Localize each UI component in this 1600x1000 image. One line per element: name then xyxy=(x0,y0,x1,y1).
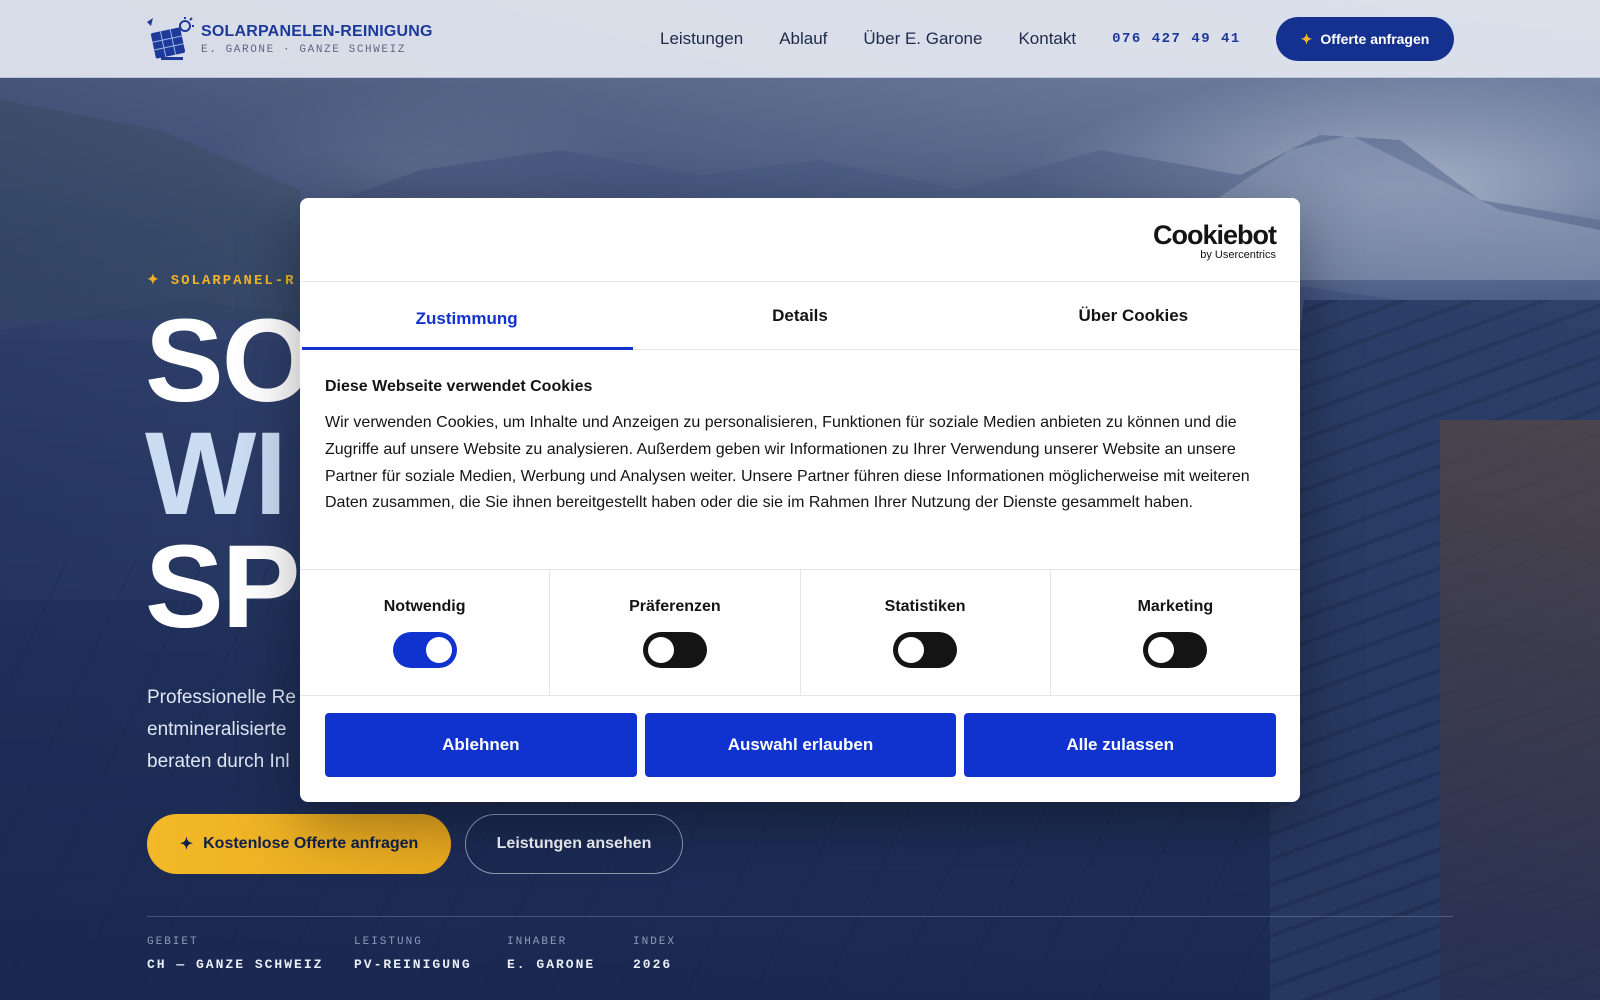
consent-necessary-label: Notwendig xyxy=(383,598,466,615)
hero-headline-line2: WI xyxy=(145,408,287,540)
meta-index-key: INDEX xyxy=(633,936,677,948)
cookiebot-logo-by: by Usercentrics xyxy=(1200,249,1276,261)
dialog-header: Cookiebot by Usercentrics xyxy=(300,198,1300,282)
view-services-button[interactable]: Leistungen ansehen xyxy=(465,814,683,874)
meta-region-key: GEBIET xyxy=(147,936,199,948)
meta-region: GEBIET CH — GANZE SCHWEIZ xyxy=(147,936,323,972)
preferences-toggle[interactable] xyxy=(642,632,707,668)
cookiebot-logo[interactable]: Cookiebot by Usercentrics xyxy=(1153,220,1277,262)
logo-title: SOLARPANELEN-REINIGUNG xyxy=(201,22,433,40)
consent-categories: Notwendig Präferenzen Statistiken Market… xyxy=(300,570,1300,696)
statistics-toggle[interactable] xyxy=(893,632,958,668)
solar-panel-logo-icon xyxy=(147,17,194,60)
nav-link-about[interactable]: Über E. Garone xyxy=(863,29,982,49)
nav-link-process[interactable]: Ablauf xyxy=(779,29,827,49)
consent-marketing: Marketing xyxy=(1051,570,1300,695)
site-header: SOLARPANELEN-REINIGUNG E. GARONE · GANZE… xyxy=(0,0,1600,78)
nav-link-contact[interactable]: Kontakt xyxy=(1018,29,1076,49)
meta-owner: INHABER E. GARONE xyxy=(507,936,595,972)
sparkle-icon: ✦ xyxy=(1300,30,1313,47)
dialog-actions: Ablehnen Auswahl erlauben Alle zulassen xyxy=(300,696,1300,777)
meta-owner-value: E. GARONE xyxy=(507,957,596,972)
meta-index: INDEX 2026 xyxy=(633,936,676,972)
meta-index-value: 2026 xyxy=(633,957,673,972)
hero-eyebrow: ✦ SOLARPANEL-R xyxy=(147,272,296,289)
hero-headline-line3: SP xyxy=(145,521,300,653)
meta-service: LEISTUNG PV-REINIGUNG xyxy=(354,936,472,972)
dialog-tabs: Zustimmung Details Über Cookies xyxy=(300,282,1300,350)
allow-selection-button[interactable]: Auswahl erlauben xyxy=(644,713,957,777)
sparkle-icon: ✦ xyxy=(147,273,161,289)
main-nav: Leistungen Ablauf Über E. Garone Kontakt… xyxy=(660,0,1241,78)
necessary-toggle[interactable] xyxy=(392,632,457,668)
deny-button[interactable]: Ablehnen xyxy=(325,713,637,777)
toggle-knob xyxy=(1148,637,1175,663)
tab-consent[interactable]: Zustimmung xyxy=(300,282,634,350)
dialog-title: Diese Webseite verwendet Cookies xyxy=(325,378,593,395)
nav-link-services[interactable]: Leistungen xyxy=(660,29,743,49)
hero-divider xyxy=(147,916,1453,917)
hero-eyebrow-text: SOLARPANEL-R xyxy=(170,273,296,289)
hero-headline-line1: SO xyxy=(145,295,313,427)
consent-preferences-label: Präferenzen xyxy=(629,598,721,615)
consent-preferences: Präferenzen xyxy=(550,570,801,695)
meta-service-value: PV-REINIGUNG xyxy=(354,957,472,972)
dialog-text: Wir verwenden Cookies, um Inhalte und An… xyxy=(325,414,1250,512)
meta-region-value: CH — GANZE SCHWEIZ xyxy=(147,957,324,972)
consent-marketing-label: Marketing xyxy=(1137,598,1214,615)
marketing-toggle[interactable] xyxy=(1143,632,1208,668)
cookie-consent-dialog: Cookiebot by Usercentrics Zustimmung Det… xyxy=(300,198,1300,802)
cookiebot-logo-name: Cookiebot xyxy=(1153,220,1277,250)
dialog-body: Diese Webseite verwendet Cookies Wir ver… xyxy=(300,350,1300,570)
meta-service-key: LEISTUNG xyxy=(354,936,423,948)
free-offer-button[interactable]: ✦ Kostenlose Offerte anfragen xyxy=(147,814,451,874)
toggle-knob xyxy=(647,637,674,663)
logo[interactable]: SOLARPANELEN-REINIGUNG E. GARONE · GANZE… xyxy=(145,16,433,62)
toggle-knob xyxy=(425,637,452,663)
consent-necessary: Notwendig xyxy=(300,570,551,695)
logo-subtitle: E. GARONE · GANZE SCHWEIZ xyxy=(201,43,407,56)
consent-statistics-label: Statistiken xyxy=(884,598,966,615)
phone-link[interactable]: 076 427 49 41 xyxy=(1112,31,1241,47)
free-offer-label: Kostenlose Offerte anfragen xyxy=(203,835,419,852)
toggle-knob xyxy=(898,637,925,663)
sparkle-icon: ✦ xyxy=(179,836,194,853)
header-offer-label: Offerte anfragen xyxy=(1320,31,1430,47)
tab-about-cookies[interactable]: Über Cookies xyxy=(967,282,1300,349)
hero-headline: SO WI SP xyxy=(145,295,313,653)
header-offer-button[interactable]: ✦ Offerte anfragen xyxy=(1276,17,1454,61)
consent-statistics: Statistiken xyxy=(801,570,1051,695)
allow-all-button[interactable]: Alle zulassen xyxy=(964,713,1277,777)
tab-details[interactable]: Details xyxy=(633,282,966,349)
meta-owner-key: INHABER xyxy=(507,936,568,948)
